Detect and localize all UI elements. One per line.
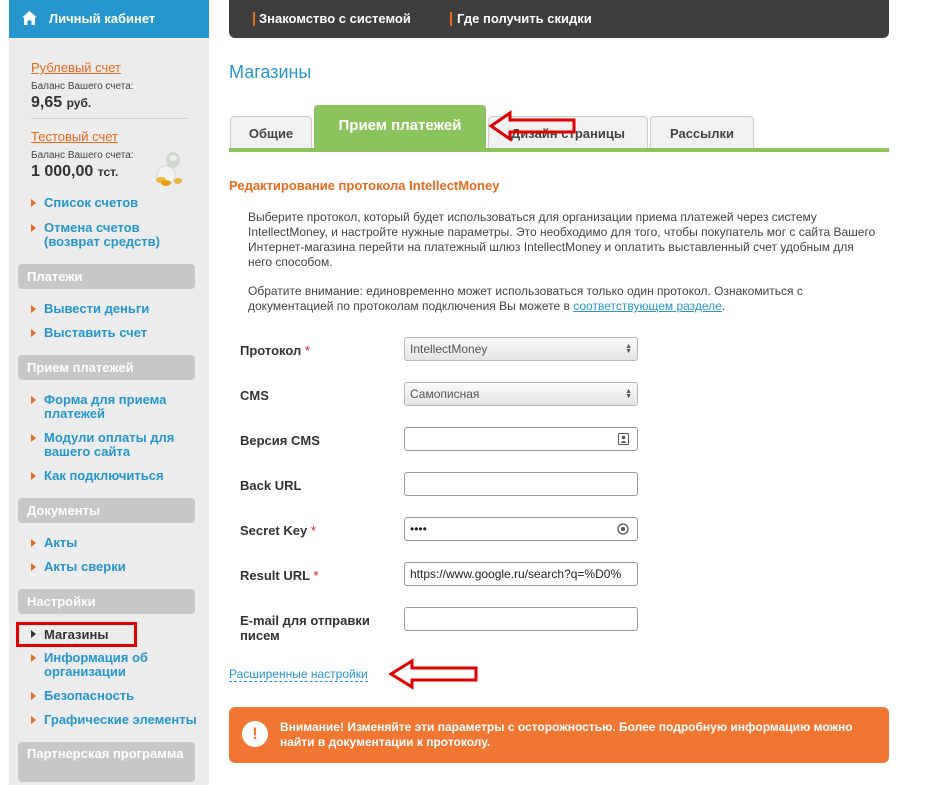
nav-intro[interactable]: Знакомство с системой — [259, 11, 411, 26]
section-accept-payments: Прием платежей — [18, 355, 195, 380]
bullet-arrow-icon — [31, 199, 36, 207]
cms-version-input[interactable] — [404, 427, 638, 451]
select-arrows-icon: ▲ ▼ — [625, 388, 632, 400]
bullet-arrow-icon — [31, 563, 36, 571]
ruble-account-link[interactable]: Рублевый счет — [31, 60, 134, 75]
test-balance-value: 1 000,00 тст. — [31, 163, 119, 180]
bullet-arrow-icon — [31, 472, 36, 480]
bullet-arrow-icon — [31, 630, 36, 638]
sidebar-item-payment-form[interactable]: Форма для приема платежей — [31, 393, 211, 421]
result-url-input[interactable]: https://www.google.ru/search?q=%D0% — [404, 562, 638, 586]
sidebar-item-issue-invoice[interactable]: Выставить счет — [31, 326, 211, 340]
sidebar: Личный кабинет Рублевый счет Баланс Ваше… — [9, 0, 209, 785]
bullet-arrow-icon — [31, 692, 36, 700]
select-arrows-icon: ▲ ▼ — [625, 343, 632, 355]
bullet-arrow-icon — [31, 224, 36, 232]
secret-key-input[interactable]: •••• — [404, 517, 638, 541]
description-text: Выберите протокол, который будет использ… — [248, 210, 876, 269]
test-account: Тестовый счет Баланс Вашего счета: 1 000… — [31, 129, 134, 181]
tab-general[interactable]: Общие — [230, 116, 312, 149]
sidebar-item-accounts-list[interactable]: Список счетов — [31, 196, 211, 210]
top-navigation: Знакомство с системой Где получить скидк… — [229, 0, 889, 38]
bullet-arrow-icon — [31, 329, 36, 337]
sidebar-item-shops[interactable]: Магазины — [31, 627, 108, 642]
test-account-link[interactable]: Тестовый счет — [31, 129, 134, 144]
home-icon — [22, 11, 37, 25]
ruble-balance-caption: Баланс Вашего счета: — [31, 81, 134, 92]
test-balance-caption: Баланс Вашего счета: — [31, 150, 134, 161]
nav-discounts[interactable]: Где получить скидки — [457, 11, 592, 26]
annotation-arrow-icon — [388, 658, 478, 690]
sidebar-item-cancel-invoices[interactable]: Отмена счетов (возврат средств) — [31, 221, 211, 249]
docs-section-link[interactable]: соответствующем разделе — [573, 299, 722, 313]
sidebar-item-organization-info[interactable]: Информация об организации — [31, 651, 211, 679]
sidebar-item-withdraw[interactable]: Вывести деньги — [31, 302, 211, 316]
result-url-label: Result URL * — [240, 568, 319, 583]
contact-card-icon — [618, 433, 629, 445]
section-partner-program: Партнерская программа — [18, 742, 195, 782]
cms-label: CMS — [240, 388, 269, 403]
sidebar-item-graphic-elements[interactable]: Графические элементы — [31, 713, 211, 727]
advanced-settings-link[interactable]: Расширенные настройки — [229, 667, 368, 682]
section-payments: Платежи — [18, 264, 195, 289]
protocol-label: Протокол * — [240, 343, 310, 358]
bullet-arrow-icon — [31, 539, 36, 547]
email-label: E-mail для отправки писем — [240, 613, 370, 643]
sidebar-item-acts[interactable]: Акты — [31, 536, 211, 550]
personal-cabinet-title: Личный кабинет — [49, 11, 156, 26]
sidebar-item-security[interactable]: Безопасность — [31, 689, 211, 703]
section-documents: Документы — [18, 498, 195, 523]
key-icon — [617, 523, 629, 535]
ruble-balance-value: 9,65 руб. — [31, 94, 92, 111]
back-url-input[interactable] — [404, 472, 638, 496]
exclamation-icon: ! — [242, 721, 268, 747]
warning-banner: ! Внимание! Изменяйте эти параметры с ос… — [229, 707, 889, 763]
bullet-arrow-icon — [31, 654, 36, 662]
sidebar-item-payment-modules[interactable]: Модули оплаты для вашего сайта — [31, 431, 211, 459]
notice-text: Обратите внимание: единовременно может и… — [248, 284, 803, 313]
warning-text: Внимание! Изменяйте эти параметры с осто… — [280, 720, 853, 749]
cms-version-label: Версия CMS — [240, 433, 320, 448]
email-input[interactable] — [404, 607, 638, 631]
section-settings: Настройки — [18, 589, 195, 614]
tabs-underline — [229, 148, 889, 152]
tab-mailings[interactable]: Рассылки — [650, 116, 754, 149]
back-url-label: Back URL — [240, 478, 302, 493]
nav-separator — [450, 12, 452, 26]
secret-key-label: Secret Key * — [240, 523, 316, 538]
cms-select[interactable]: Самописная ▲ ▼ — [404, 382, 638, 406]
page-title: Магазины — [229, 62, 312, 82]
annotation-arrow-icon — [488, 110, 576, 142]
bullet-arrow-icon — [31, 434, 36, 442]
divider — [31, 118, 187, 119]
tab-payment-acceptance[interactable]: Прием платежей — [314, 105, 486, 149]
bullet-arrow-icon — [31, 396, 36, 404]
sidebar-item-how-to-connect[interactable]: Как подключиться — [31, 469, 211, 483]
bullet-arrow-icon — [31, 305, 36, 313]
coins-icon — [156, 152, 182, 186]
section-title: Редактирование протокола IntellectMoney — [229, 178, 500, 193]
ruble-account: Рублевый счет Баланс Вашего счета: 9,65 … — [31, 60, 134, 112]
bullet-arrow-icon — [31, 716, 36, 724]
personal-cabinet-header[interactable]: Личный кабинет — [9, 0, 209, 38]
sidebar-item-reconciliation-acts[interactable]: Акты сверки — [31, 560, 211, 574]
protocol-select[interactable]: IntellectMoney ▲ ▼ — [404, 337, 638, 361]
nav-separator — [253, 12, 255, 26]
